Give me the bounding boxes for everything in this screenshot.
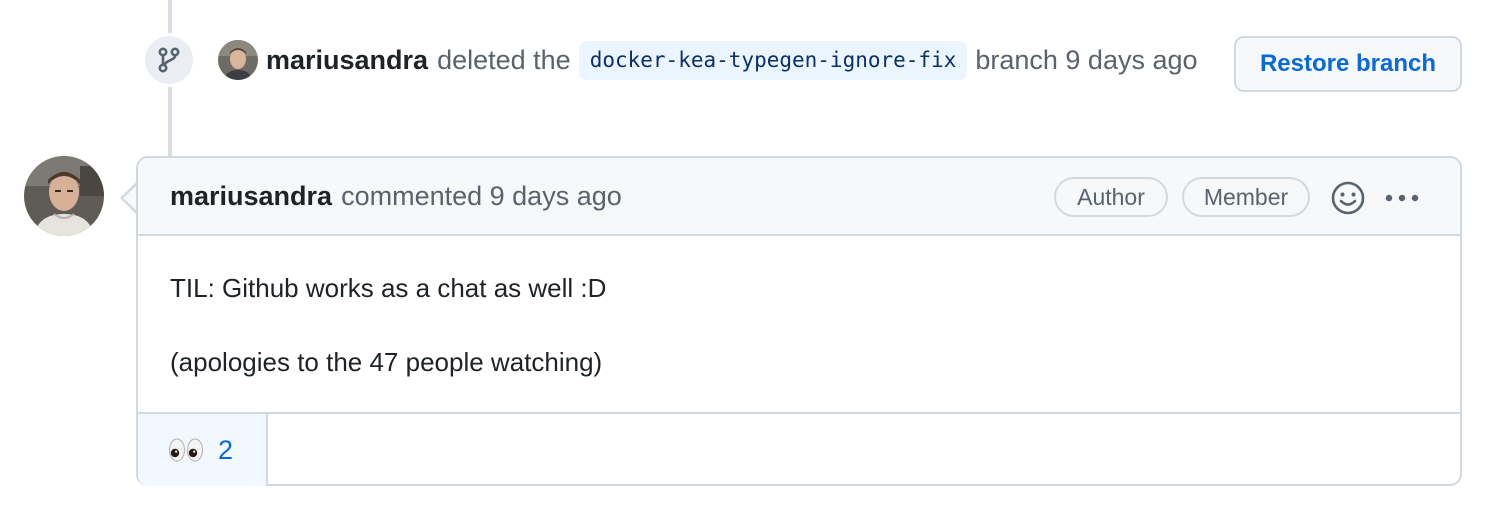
comment-paragraph: (apologies to the 47 people watching) <box>170 347 603 377</box>
restore-branch-button[interactable]: Restore branch <box>1234 36 1462 92</box>
git-branch-icon <box>142 33 196 87</box>
add-reaction-smiley-icon[interactable] <box>1330 180 1366 216</box>
comment-avatar[interactable] <box>24 156 104 236</box>
comment-author-link[interactable]: mariusandra <box>170 181 332 212</box>
more-options-kebab-icon[interactable] <box>1382 180 1422 216</box>
comment-timestamp[interactable]: commented 9 days ago <box>341 181 622 212</box>
member-badge: Member <box>1182 177 1310 217</box>
event-description: mariusandra deleted the docker-kea-typeg… <box>218 32 1198 88</box>
event-action-text: deleted the <box>437 44 571 75</box>
comment-box: mariusandra commented 9 days ago Author … <box>136 156 1462 486</box>
comment-paragraph: TIL: Github works as a chat as well :D <box>170 273 607 303</box>
comment-header: mariusandra commented 9 days ago Author … <box>138 158 1460 236</box>
event-time-text: branch 9 days ago <box>975 44 1198 75</box>
author-badge: Author <box>1054 177 1168 217</box>
branch-name: docker-kea-typegen-ignore-fix <box>578 40 968 80</box>
reaction-count: 2 <box>218 434 234 465</box>
avatar[interactable] <box>218 40 258 80</box>
event-author-link[interactable]: mariusandra <box>266 45 428 76</box>
eyes-emoji-icon <box>168 436 204 464</box>
eyes-reaction-button[interactable]: 2 <box>138 414 268 486</box>
comment-body: TIL: Github works as a chat as well :D (… <box>170 270 606 380</box>
timeline: mariusandra deleted the docker-kea-typeg… <box>0 0 1490 524</box>
reactions-bar: 2 <box>138 412 1460 486</box>
comment-meta: mariusandra commented 9 days ago <box>170 158 622 234</box>
